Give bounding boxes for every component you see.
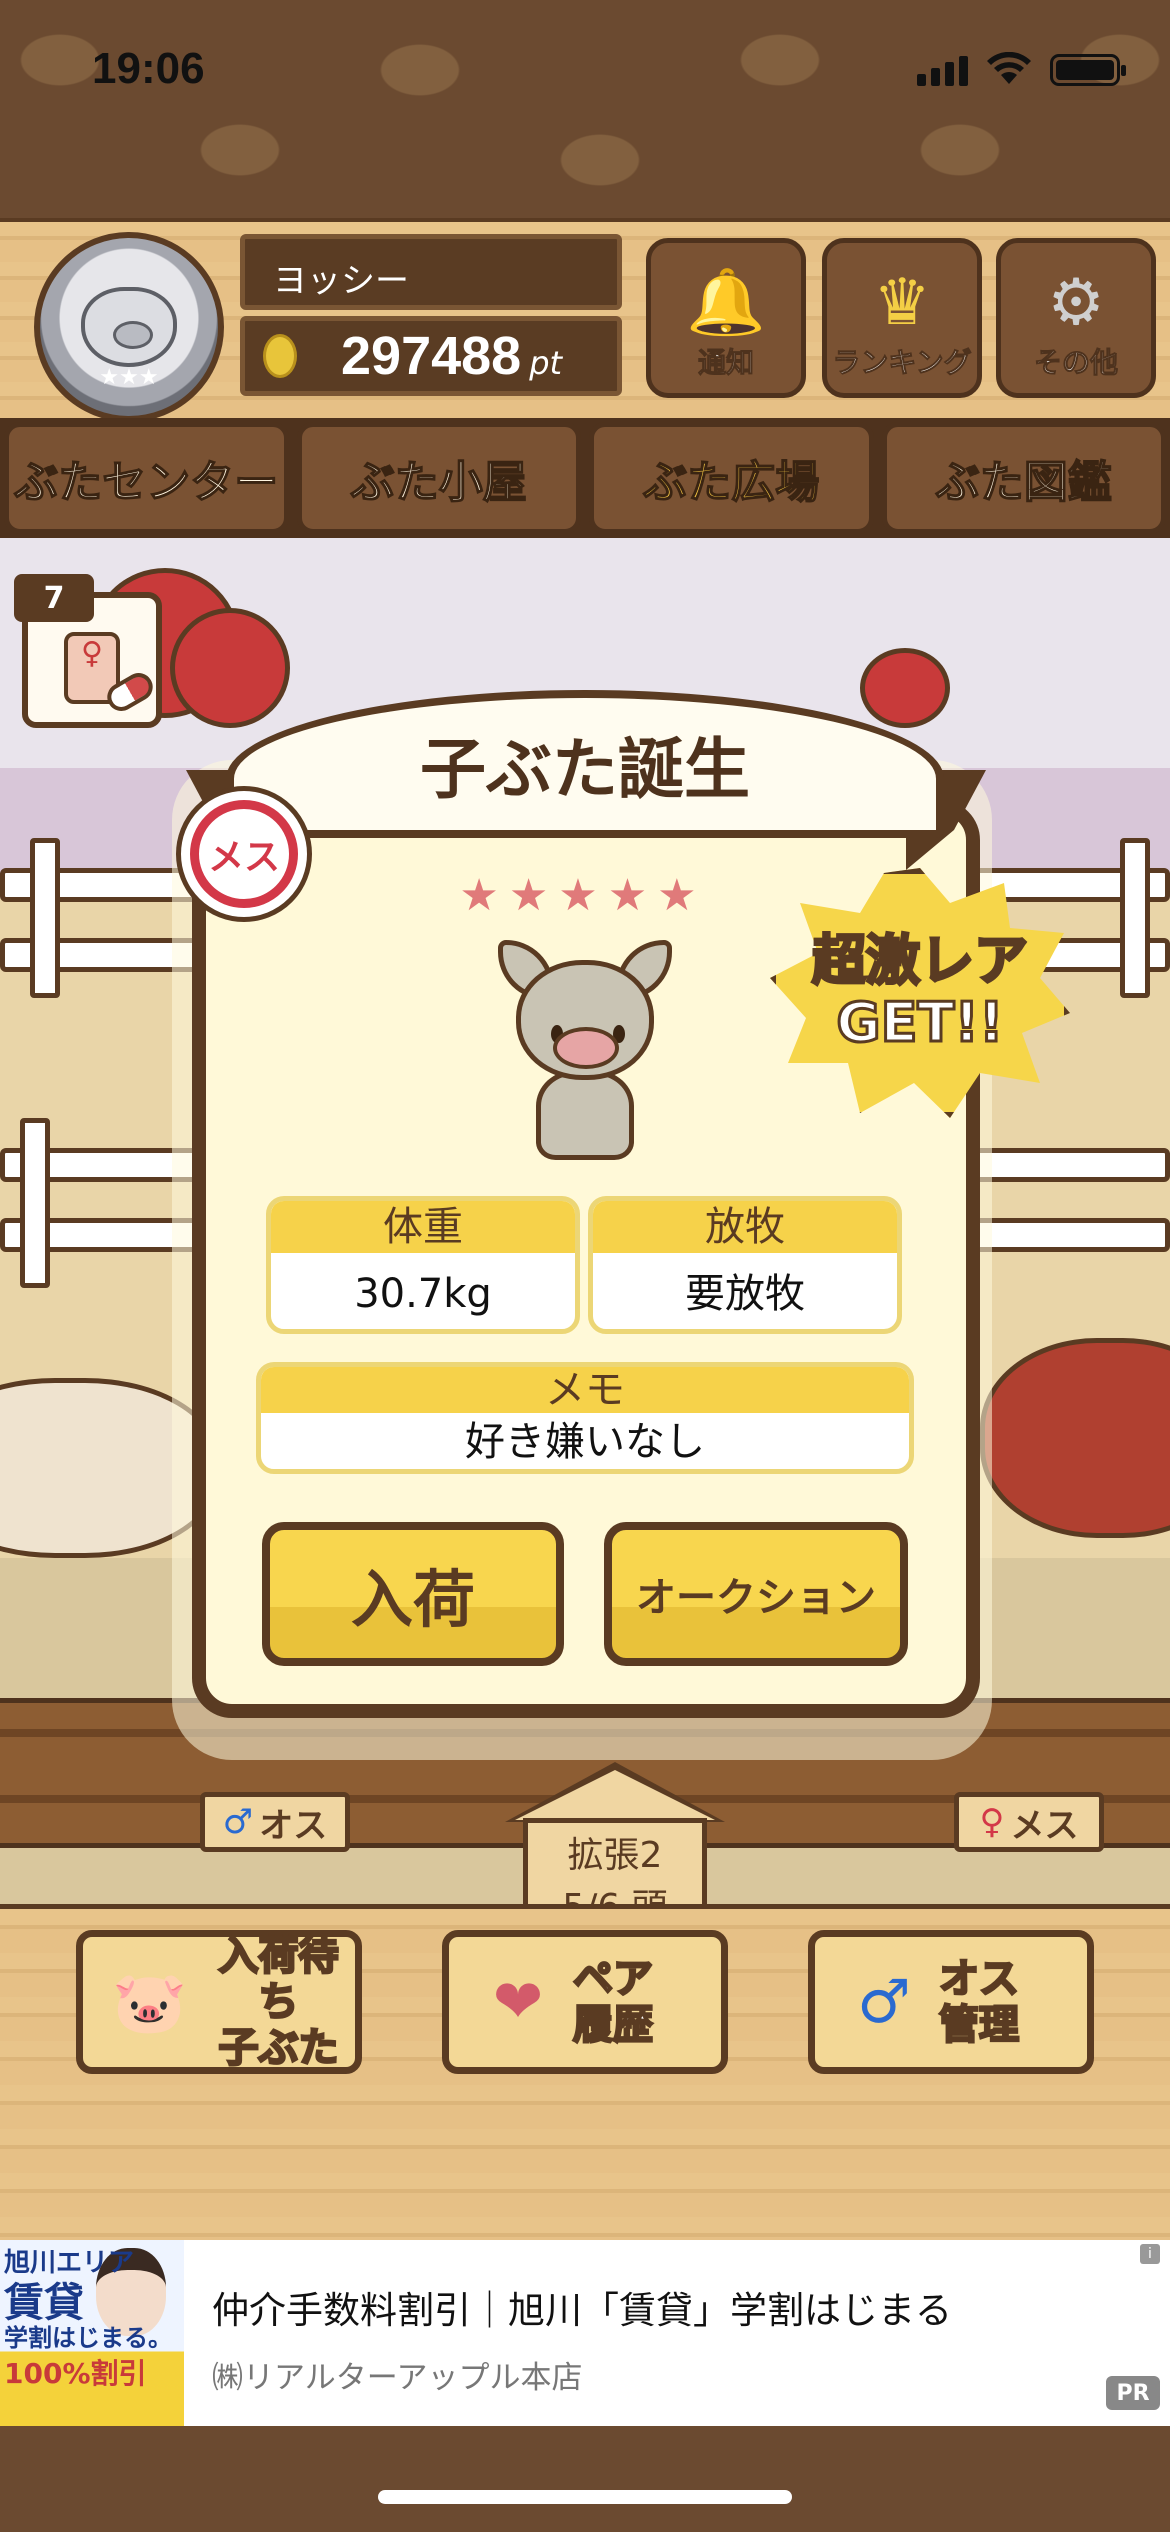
gender-label: メス [207, 837, 280, 878]
background-pig [980, 1338, 1170, 1538]
player-avatar[interactable]: ★★★ [34, 232, 224, 422]
heart-decoration [860, 648, 950, 728]
other-label: その他 [1033, 346, 1118, 380]
top-background [0, 0, 1170, 220]
piglet-icon [490, 940, 680, 1170]
cellular-signal-icon [917, 56, 968, 86]
grazing-box: 放牧 要放牧 [588, 1196, 902, 1334]
other-button[interactable]: ⚙ その他 [996, 238, 1156, 398]
fence-post [20, 1118, 50, 1288]
ad-thumb-sub: 学割はじまる。 [4, 2324, 172, 2352]
gear-icon: ⚙ [1047, 266, 1105, 340]
pair-history-label: ペア 履歴 [572, 1955, 655, 2050]
heart-book-icon: ❤ [492, 1967, 544, 2037]
points-value: 297488 [341, 326, 522, 386]
coin-icon [263, 334, 297, 378]
pair-history-button[interactable]: ❤ ペア 履歴 [442, 1930, 728, 2074]
ranking-button[interactable]: ♛ ランキング [822, 238, 982, 398]
male-symbol-icon: ♂ [222, 1802, 254, 1842]
battery-icon [1050, 54, 1126, 86]
ad-advertiser: ㈱リアルターアップル本店 [212, 2360, 583, 2396]
piglet-icon: 🐷 [112, 1967, 187, 2038]
status-time: 19:06 [92, 44, 205, 93]
pig-head [516, 960, 654, 1080]
tab-buta-hut[interactable]: ぶた小屋 [296, 422, 581, 534]
ranking-label: ランキング [832, 346, 972, 380]
fence-post [30, 838, 60, 998]
rare-text-line2: GET!! [835, 990, 1005, 1055]
sign-roof-inner [515, 1770, 715, 1820]
ad-info-icon[interactable]: i [1140, 2244, 1160, 2264]
crown-icon: ♛ [873, 266, 931, 340]
male-document-icon: ♂ [857, 1967, 911, 2037]
pig-snout [553, 1027, 619, 1069]
memo-value: 好き嫌いなし [465, 1419, 705, 1465]
bell-icon: 🔔 [686, 266, 766, 340]
notification-label: 通知 [697, 346, 754, 380]
pig-face-icon [81, 287, 177, 367]
ad-pr-badge: PR [1106, 2376, 1160, 2410]
weight-label: 体重 [271, 1201, 575, 1253]
female-sign-label: メス [1010, 1805, 1079, 1846]
waiting-piglets-button[interactable]: 🐷 入荷待ち 子ぶた [76, 1930, 362, 2074]
notification-button[interactable]: 🔔 通知 [646, 238, 806, 398]
gender-badge: メス [176, 786, 312, 922]
female-sign[interactable]: ♀ メス [954, 1792, 1104, 1852]
rank-stars-icon: ★★★ [99, 365, 159, 390]
ad-title[interactable]: 仲介手数料割引｜旭川「賃貸」学割はじまる [212, 2280, 952, 2334]
wifi-icon [986, 51, 1032, 86]
pig-body [536, 1070, 634, 1160]
male-sign-label: オス [259, 1805, 328, 1846]
weight-value: 30.7kg [354, 1271, 492, 1317]
item-badge[interactable]: 7 ♀ [14, 574, 162, 728]
grazing-value: 要放牧 [685, 1271, 805, 1317]
fence-post [1120, 838, 1150, 998]
ad-thumbnail[interactable]: 旭川エリア 賃貸 学割はじまる。 100%割引 [0, 2240, 184, 2426]
ad-banner[interactable]: 旭川エリア 賃貸 学割はじまる。 100%割引 仲介手数料割引｜旭川「賃貸」学割… [0, 2240, 1170, 2426]
male-management-button[interactable]: ♂ オス 管理 [808, 1930, 1094, 2074]
home-indicator[interactable] [378, 2490, 792, 2504]
status-icons [917, 51, 1126, 86]
tab-buta-encyclopedia[interactable]: ぶた図鑑 [881, 422, 1166, 534]
tab-buta-center[interactable]: ぶたセンター [4, 422, 289, 534]
player-name: ヨッシー [240, 234, 622, 310]
rare-get-text: 超激レア GET!! [770, 928, 1070, 1055]
male-management-label: オス 管理 [938, 1955, 1021, 2050]
receive-button[interactable]: 入荷 [262, 1522, 564, 1666]
male-sign[interactable]: ♂ オス [200, 1792, 350, 1852]
rarity-stars: ★★★★★ [459, 870, 707, 921]
grazing-label: 放牧 [593, 1201, 897, 1253]
main-nav: ぶたセンター ぶた小屋 ぶた広場 ぶた図鑑 [0, 418, 1170, 538]
weight-box: 体重 30.7kg [266, 1196, 580, 1334]
rare-text-line1: 超激レア [811, 928, 1030, 993]
waiting-piglets-label: 入荷待ち 子ぶた [217, 1932, 339, 2073]
ad-thumb-offer: 100%割引 [4, 2357, 147, 2390]
auction-button[interactable]: オークション [604, 1522, 908, 1666]
female-symbol-icon: ♀ [979, 1802, 1005, 1842]
tree-decoration [170, 608, 290, 728]
points-display: 297488 pt [240, 316, 622, 396]
tab-buta-plaza[interactable]: ぶた広場 [589, 422, 874, 534]
female-symbol-icon: メス [190, 800, 298, 908]
memo-box: メモ 好き嫌いなし [256, 1362, 914, 1474]
memo-label: メモ [261, 1367, 909, 1413]
expansion-label: 拡張2 [567, 1835, 663, 1876]
item-count: 7 [14, 574, 94, 622]
points-unit: pt [529, 344, 563, 382]
